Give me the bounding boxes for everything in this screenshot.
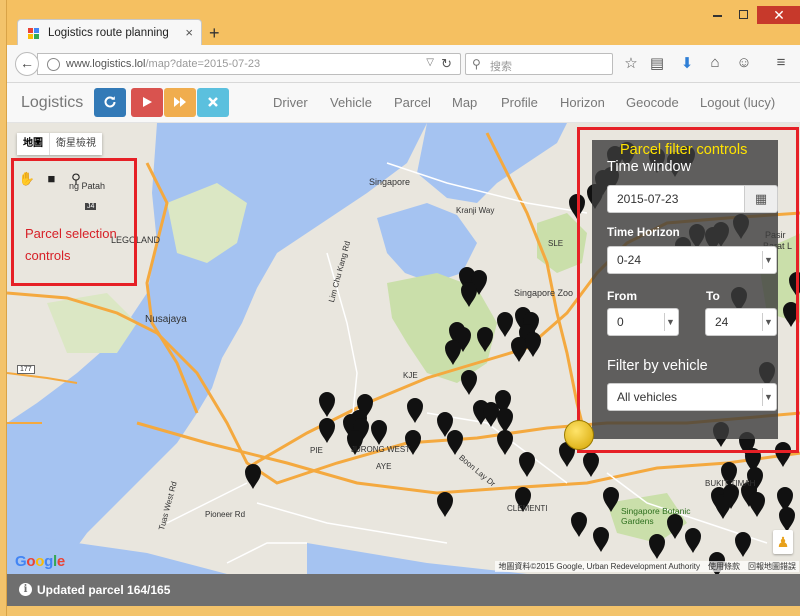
cancel-button[interactable] (197, 88, 229, 117)
map-label-jurong: JURONG WEST (351, 445, 411, 454)
url-dropdown-icon[interactable]: ▽ (426, 57, 434, 68)
browser-tab[interactable]: Logistics route planning × (17, 19, 202, 47)
search-placeholder: 搜索 (490, 61, 512, 73)
street-view-pegman-icon[interactable]: ♟ (773, 530, 793, 554)
fast-forward-icon (174, 97, 186, 107)
google-logo: Google (15, 553, 65, 570)
status-message: Updated parcel 164/165 (37, 583, 171, 597)
parcel-filter-annotation (577, 127, 799, 453)
maximize-button[interactable] (731, 6, 755, 24)
url-text: www.logistics.lol/map?date=2015-07-23 (66, 58, 261, 70)
browser-toolbar: www.logistics.lol/map?date=2015-07-23 ▽ … (7, 45, 800, 83)
nav-map[interactable]: Map (452, 95, 477, 110)
map-label-aye: AYE (376, 462, 392, 471)
nav-vehicle[interactable]: Vehicle (330, 95, 372, 110)
map-label-singapore: Singapore (369, 177, 411, 187)
bookmark-star-icon[interactable]: ☆ (621, 54, 641, 74)
globe-icon (47, 58, 60, 71)
nav-horizon[interactable]: Horizon (560, 95, 605, 110)
map-label-clementi: CLEMENTI (507, 504, 548, 513)
map-label-kje: KJE (403, 371, 418, 380)
browser-window: Logistics route planning × + ✕ www.logis… (6, 0, 800, 616)
search-icon: ⚲ (472, 57, 481, 71)
nav-parcel[interactable]: Parcel (394, 95, 431, 110)
tab-title: Logistics route planning (48, 27, 169, 39)
parcel-filter-annotation-label: Parcel filter controls (620, 142, 748, 158)
new-tab-button[interactable]: + (209, 23, 220, 44)
close-window-button[interactable]: ✕ (757, 6, 800, 24)
refresh-icon (104, 96, 116, 108)
app-brand[interactable]: Logistics (21, 94, 83, 112)
nav-driver[interactable]: Driver (273, 95, 308, 110)
search-input[interactable]: ⚲ 搜索 (465, 53, 613, 75)
map-label-zoo: Singapore Zoo (514, 288, 574, 298)
back-button[interactable]: ← (15, 52, 39, 76)
map-canvas[interactable]: ng Patah LEGOLAND Nusajaya Singapore Kra… (7, 123, 800, 574)
nav-logout[interactable]: Logout (lucy) (700, 95, 775, 110)
reading-list-icon[interactable]: ▤ (647, 54, 667, 74)
map-label-bukit: BUKIT TIMAH (705, 479, 756, 488)
play-icon (143, 97, 152, 107)
map-label-pioneer: Pioneer Rd (205, 510, 246, 519)
selected-location-marker[interactable] (564, 420, 594, 450)
map-label-kranji: Kranji Way (456, 206, 495, 215)
address-bar[interactable]: www.logistics.lol/map?date=2015-07-23 ▽ … (37, 53, 461, 75)
map-label-botanic: Singapore Botanic Gardens (621, 506, 691, 526)
map-label-nusajaya: Nusajaya (145, 314, 187, 325)
map-type-satellite[interactable]: 衛星檢視 (49, 133, 102, 155)
close-icon (208, 97, 218, 107)
favicon-icon (28, 28, 40, 40)
status-bar: i Updated parcel 164/165 (7, 574, 800, 606)
map-credit: 地圖資料©2015 Google, Urban Redevelopment Au… (495, 561, 799, 572)
map-label-177: 177 (17, 365, 35, 374)
map-type-map[interactable]: 地圖 (17, 133, 49, 155)
title-bar: Logistics route planning × + ✕ (7, 0, 800, 47)
app-navbar: Logistics Driver Vehicle Parcel Map Prof… (7, 83, 800, 123)
info-icon: i (19, 583, 32, 596)
map-label-sle: SLE (548, 239, 564, 248)
window-bottom-edge (7, 606, 800, 616)
tab-close-icon[interactable]: × (185, 25, 193, 40)
map-label-pie: PIE (310, 446, 323, 455)
nav-profile[interactable]: Profile (501, 95, 538, 110)
play-button[interactable] (131, 88, 163, 117)
parcel-selection-annotation-label: Parcel selection controls (25, 226, 117, 263)
minimize-button[interactable] (705, 6, 729, 24)
download-icon[interactable]: ⬇ (677, 54, 697, 74)
refresh-button[interactable] (94, 88, 126, 117)
reload-icon[interactable]: ↻ (441, 56, 452, 72)
home-icon[interactable]: ⌂ (705, 54, 725, 74)
map-type-control: 地圖 衛星檢視 (17, 133, 102, 155)
chat-icon[interactable]: ☺ (734, 54, 754, 74)
fast-forward-button[interactable] (164, 88, 196, 117)
menu-icon[interactable]: ≡ (771, 54, 791, 74)
nav-geocode[interactable]: Geocode (626, 95, 679, 110)
